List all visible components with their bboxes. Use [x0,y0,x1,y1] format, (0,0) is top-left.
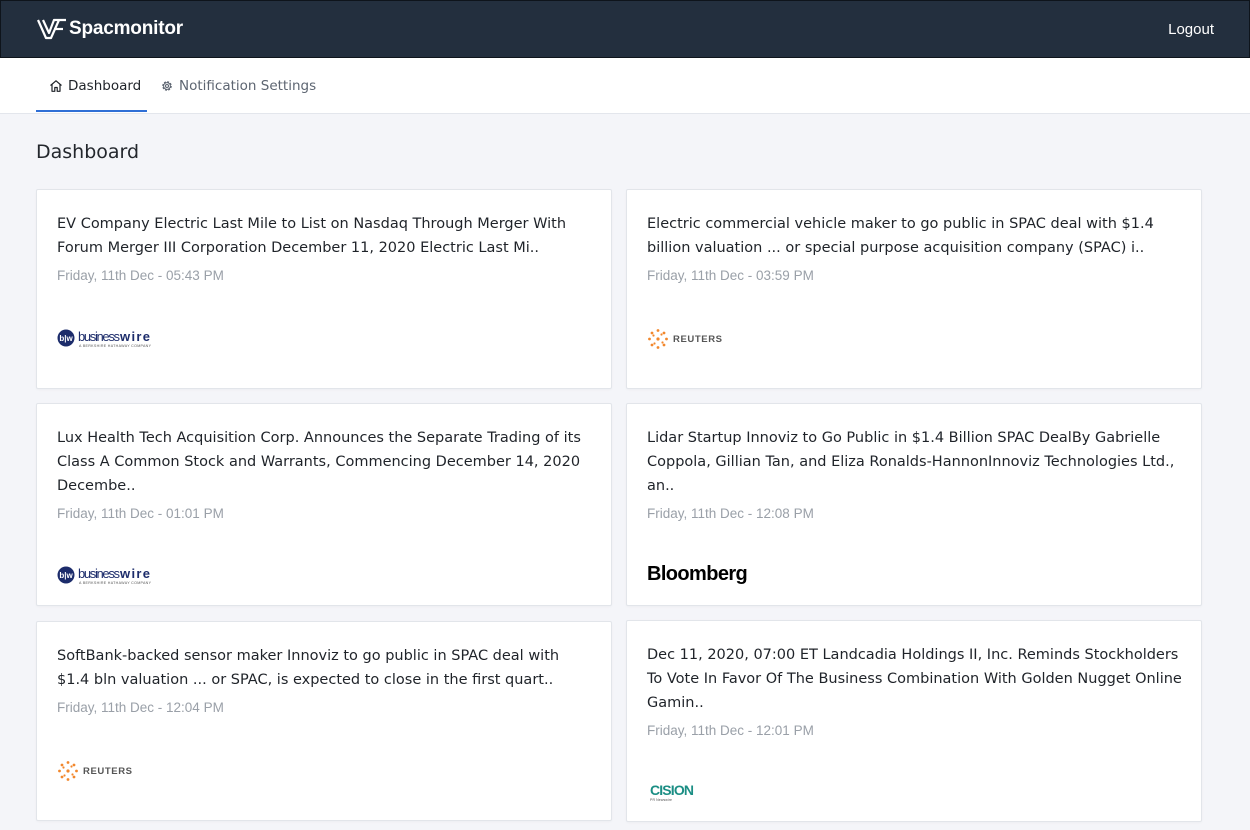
svg-text:b|w: b|w [59,334,73,343]
news-card-title: Dec 11, 2020, 07:00 ET Landcadia Holding… [647,647,1182,711]
tab-bar: Dashboard Notification Settings [0,58,1250,114]
tab-notification-settings[interactable]: Notification Settings [160,58,316,114]
news-card[interactable]: SoftBank-backed sensor maker Innoviz to … [36,621,612,821]
bloomberg-logo: Bloomberg [647,563,748,585]
news-card-date: Friday, 11th Dec - 01:01 PM [57,506,224,521]
top-navbar: Spacmonitor Logout [0,0,1250,58]
svg-text:b|w: b|w [59,571,73,580]
cision-wordmark: CISION [650,782,694,798]
reuters-sunburst-icon [648,329,668,349]
news-card[interactable]: EV Company Electric Last Mile to List on… [36,189,612,389]
businesswire-logo: b|w business wire A BERKSHIRE HATHAWAY C… [57,328,157,354]
reuters-wordmark: REUTERS [83,765,133,777]
news-card-date: Friday, 11th Dec - 12:08 PM [647,506,814,521]
active-tab-indicator [36,110,147,112]
page-title: Dashboard [36,141,140,163]
gear-icon [162,81,172,91]
tab-notification-settings-label: Notification Settings [179,78,317,94]
news-card-date: Friday, 11th Dec - 03:59 PM [647,268,814,283]
news-card[interactable]: Dec 11, 2020, 07:00 ET Landcadia Holding… [626,620,1202,822]
businesswire-tagline: A BERKSHIRE HATHAWAY COMPANY [79,581,152,585]
cision-logo: CISION PR Newswire [647,781,707,807]
tab-dashboard[interactable]: Dashboard [49,58,141,114]
reuters-logo: REUTERS [647,328,723,350]
news-card-title: Lidar Startup Innoviz to Go Public in $1… [647,430,1175,494]
news-card[interactable]: Electric commercial vehicle maker to go … [626,189,1202,389]
reuters-sunburst-icon [58,761,78,781]
news-card-date: Friday, 11th Dec - 12:01 PM [647,723,814,738]
reuters-logo: REUTERS [57,760,133,782]
tab-dashboard-label: Dashboard [68,78,142,94]
logout-button[interactable]: Logout [1168,21,1214,38]
app-logo[interactable]: Spacmonitor [37,17,183,41]
svg-text:business: business [78,566,121,581]
svg-text:business: business [78,329,121,344]
svg-text:wire: wire [119,329,150,344]
news-card-date: Friday, 11th Dec - 12:04 PM [57,700,224,715]
news-card[interactable]: Lux Health Tech Acquisition Corp. Announ… [36,403,612,606]
cision-tagline: PR Newswire [650,798,672,802]
news-card-title: Lux Health Tech Acquisition Corp. Announ… [57,430,581,494]
news-card-title: SoftBank-backed sensor maker Innoviz to … [57,648,560,688]
spacmonitor-logo-icon [37,18,66,40]
news-card-title: Electric commercial vehicle maker to go … [647,216,1154,256]
news-card-title: EV Company Electric Last Mile to List on… [57,216,567,256]
reuters-wordmark: REUTERS [673,333,723,345]
businesswire-logo: b|w business wire A BERKSHIRE HATHAWAY C… [57,565,157,591]
businesswire-tagline: A BERKSHIRE HATHAWAY COMPANY [79,344,152,348]
news-card-date: Friday, 11th Dec - 05:43 PM [57,268,224,283]
svg-text:wire: wire [119,566,150,581]
news-card[interactable]: Lidar Startup Innoviz to Go Public in $1… [626,403,1202,606]
home-icon [50,80,62,92]
app-name: Spacmonitor [69,18,183,39]
